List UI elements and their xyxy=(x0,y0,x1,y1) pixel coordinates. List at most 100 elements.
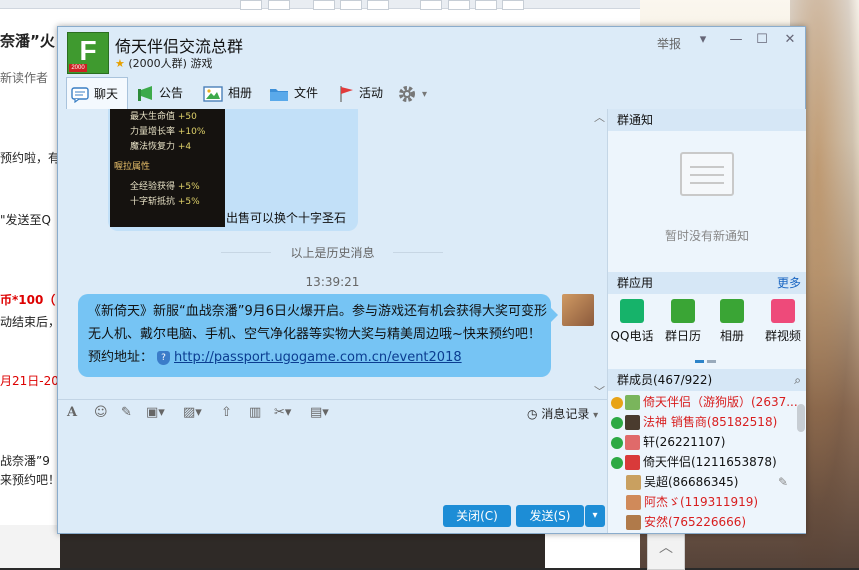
member-name: 法神 销售商(85182518) xyxy=(643,415,778,429)
upload-icon[interactable]: ⇧ xyxy=(221,405,232,420)
stat-name: 最大生命值 xyxy=(130,112,176,122)
tab-album[interactable]: 相册 xyxy=(203,77,252,109)
member-item[interactable]: 轩(26221107) xyxy=(611,433,725,452)
stat-name: 全经验获得 xyxy=(130,182,176,192)
app-video[interactable]: 群视频 xyxy=(760,299,806,344)
dropdown-icon[interactable]: ▾ xyxy=(694,31,712,49)
chevron-down-icon[interactable]: ﹀ xyxy=(594,383,605,399)
members-scrollbar[interactable] xyxy=(797,404,805,432)
message-list[interactable]: 最大生命值 +50 力量增长率 +10% 魔法恢复力 +4 喔拉属性 全经验获得… xyxy=(58,109,607,399)
stat-value: +10% xyxy=(177,127,206,137)
minimize-icon[interactable]: — xyxy=(727,31,745,49)
members-header: 群成员(467/922) ⌕ xyxy=(608,369,806,391)
tab-label: 相册 xyxy=(228,86,253,100)
notice-title: 群通知 xyxy=(617,113,654,127)
gear-icon xyxy=(399,85,415,102)
app-label: QQ电话 xyxy=(610,329,654,343)
avatar xyxy=(626,515,641,530)
settings-menu[interactable]: ▾ xyxy=(397,77,427,109)
background-page-box xyxy=(367,0,389,10)
emoji-icon[interactable]: ☺ xyxy=(94,405,108,420)
stat-name: 魔法恢复力 xyxy=(130,142,176,152)
app-label: 群视频 xyxy=(764,329,801,343)
maximize-icon[interactable]: ☐ xyxy=(753,31,771,49)
font-icon[interactable]: A xyxy=(67,405,77,420)
report-button[interactable]: 举报 xyxy=(657,35,681,52)
tab-label: 公告 xyxy=(159,86,184,100)
admin-icon xyxy=(611,436,623,449)
close-icon[interactable]: ✕ xyxy=(781,31,799,49)
game-screenshot-image[interactable]: 最大生命值 +50 力量增长率 +10% 魔法恢复力 +4 喔拉属性 全经验获得… xyxy=(110,109,225,227)
member-item[interactable]: 法神 销售商(85182518) xyxy=(611,413,777,432)
tab-files[interactable]: 文件 xyxy=(269,77,318,109)
background-text: 预约啦，有 xyxy=(0,151,61,165)
background-text: 来预约吧！ xyxy=(0,473,61,487)
members-title: 群成员(467/922) xyxy=(617,373,713,387)
tab-chat[interactable]: 聊天 xyxy=(66,77,128,109)
member-item[interactable]: 倚天伴侣（游狗版）(2637... xyxy=(611,393,798,412)
chat-icon xyxy=(71,86,89,103)
tab-activity[interactable]: 活动 xyxy=(338,77,383,109)
stat-value: +4 xyxy=(177,142,192,152)
edit-icon[interactable]: ✎ xyxy=(778,475,788,489)
message-bubble[interactable]: 《新倚天》新服“血战奈潘”9月6日火爆开启。参与游戏还有机会获得大奖可变形无人机… xyxy=(78,294,558,377)
app-qq-call[interactable]: QQ电话 xyxy=(609,299,655,344)
video-icon xyxy=(771,299,795,323)
more-apps-link[interactable]: 更多 xyxy=(777,272,801,294)
group-info: ★ (2000人群) 游戏 xyxy=(115,55,212,71)
member-item[interactable]: 倚天伴侣(1211653878) xyxy=(611,453,777,472)
close-button[interactable]: 关闭(C) xyxy=(443,505,511,527)
gift-icon[interactable]: ▥ xyxy=(249,405,261,420)
member-item[interactable]: 吴超(86686345) xyxy=(626,473,738,492)
group-info-text: (2000人群) 游戏 xyxy=(128,57,213,70)
chevron-up-icon[interactable]: ︿ xyxy=(594,109,605,125)
star-icon: ★ xyxy=(115,57,125,70)
member-name: 倚天伴侣（游狗版）(2637... xyxy=(643,395,798,409)
send-button[interactable]: 发送(S) xyxy=(516,505,584,527)
member-item[interactable]: 安然(765226666) xyxy=(626,513,746,532)
app-album[interactable]: 相册 xyxy=(709,299,755,344)
calendar-icon xyxy=(671,299,695,323)
background-text: 奈潘”火 xyxy=(0,32,55,50)
more-tools-icon[interactable]: ▤▾ xyxy=(310,405,329,420)
background-text: 新读作者 xyxy=(0,71,49,85)
game-stat-line: 力量增长率 +10% xyxy=(130,124,205,137)
stat-name: 喔拉属性 xyxy=(114,162,151,172)
group-name[interactable]: 倚天伴侣交流总群 xyxy=(115,33,243,57)
background-page-box xyxy=(313,0,335,10)
apps-title: 群应用 xyxy=(617,276,654,290)
game-stat-heading: 喔拉属性 xyxy=(114,159,150,172)
message-link[interactable]: http://passport.ugogame.com.cn/event2018 xyxy=(174,350,462,365)
member-item[interactable]: 阿杰ゞ(119311919) xyxy=(626,493,758,512)
admin-icon xyxy=(611,416,623,429)
album-icon xyxy=(203,85,223,102)
gift-box-icon[interactable]: ▣▾ xyxy=(146,405,165,420)
magic-icon[interactable]: ✎ xyxy=(121,405,132,420)
app-label: 相册 xyxy=(719,329,744,343)
album-icon xyxy=(720,299,744,323)
sender-avatar[interactable] xyxy=(562,294,594,326)
shield-icon: ? xyxy=(157,350,171,365)
send-options-chevron-icon[interactable]: ▾ xyxy=(585,505,605,527)
image-icon[interactable]: ▨▾ xyxy=(183,405,202,420)
back-to-top-button[interactable]: ︿ xyxy=(647,532,685,570)
flag-icon xyxy=(340,85,353,102)
message-history-button[interactable]: ◷ 消息记录 ▾ xyxy=(527,405,598,422)
avatar xyxy=(625,435,640,450)
background-page-box xyxy=(448,0,470,10)
member-name: 倚天伴侣(1211653878) xyxy=(643,455,777,469)
stat-value: +50 xyxy=(177,112,197,122)
apps-pager[interactable] xyxy=(695,352,719,366)
tab-announcement[interactable]: 公告 xyxy=(136,77,183,109)
background-page-box xyxy=(502,0,524,10)
search-icon[interactable]: ⌕ xyxy=(794,369,801,391)
scissors-icon[interactable]: ✂▾ xyxy=(274,405,291,420)
background-page-box xyxy=(475,0,497,10)
history-divider-text: 以上是历史消息 xyxy=(290,246,375,260)
phone-icon xyxy=(620,299,644,323)
stat-value: +5% xyxy=(177,182,200,192)
tab-bar: 聊天 公告 相册 文件 活动 ▾ xyxy=(58,77,607,109)
group-avatar[interactable]: F 2000 xyxy=(67,32,109,74)
app-calendar[interactable]: 群日历 xyxy=(660,299,706,344)
group-sidebar: 群通知 暂时没有新通知 群应用 更多 QQ电话 群日历 相册 群视频 群成员(4… xyxy=(607,109,806,533)
